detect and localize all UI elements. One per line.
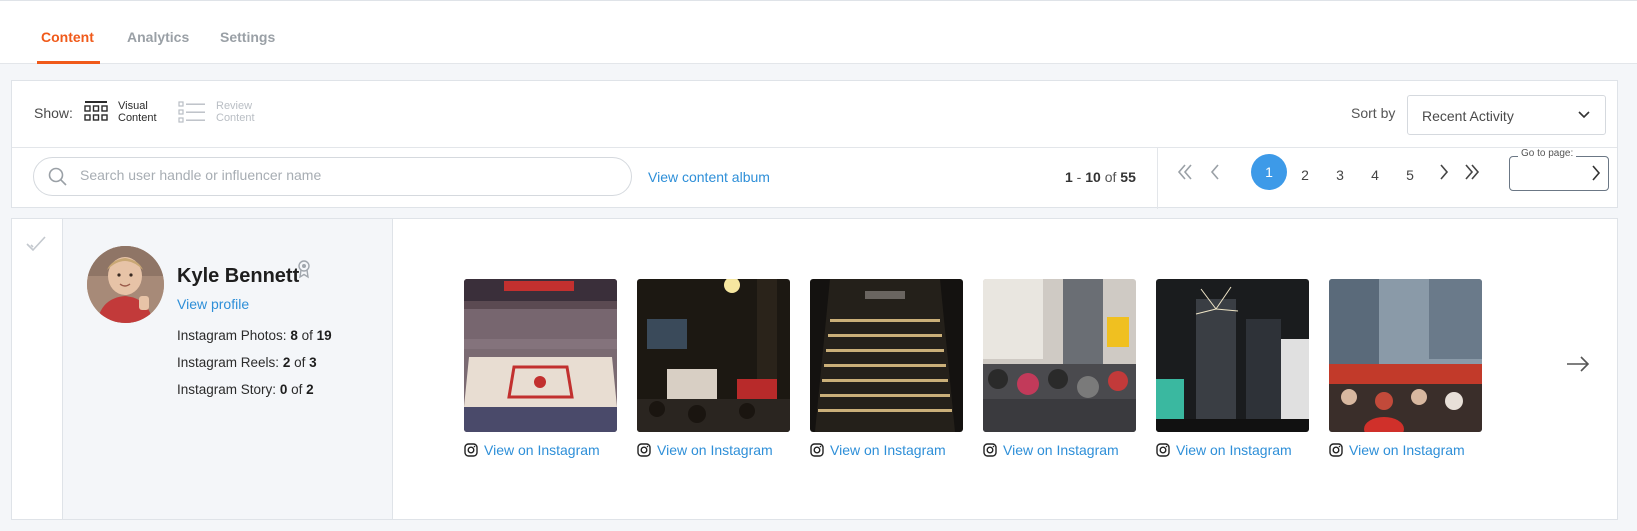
view-profile-link[interactable]: View profile	[177, 296, 249, 312]
view-on-instagram-label: View on Instagram	[1349, 442, 1465, 458]
previous-page-icon[interactable]	[1208, 163, 1222, 181]
view-on-instagram-label: View on Instagram	[484, 442, 600, 458]
stat-instagram-story: Instagram Story: 0 of 2	[177, 382, 314, 397]
search-input[interactable]	[80, 167, 600, 183]
first-page-icon[interactable]	[1176, 163, 1194, 181]
view-on-instagram-link[interactable]: View on Instagram	[983, 442, 1136, 458]
post-thumbnail[interactable]	[637, 279, 790, 432]
review-label-line2: Content	[216, 112, 255, 124]
go-to-page-input[interactable]	[1516, 165, 1582, 180]
panel-divider	[12, 147, 1617, 148]
sort-select[interactable]: Recent Activity	[1407, 95, 1606, 135]
view-on-instagram-label: View on Instagram	[1003, 442, 1119, 458]
stat-instagram-photos: Instagram Photos: 8 of 19	[177, 328, 332, 343]
award-badge-icon	[298, 260, 310, 279]
post-item: View on Instagram	[1329, 279, 1482, 458]
view-on-instagram-link[interactable]: View on Instagram	[1156, 442, 1309, 458]
list-icon	[178, 101, 205, 123]
influencer-card: Kyle Bennett View profile Instagram Phot…	[11, 218, 1618, 520]
toolbar-panel: Show: Visual Content Review Content Sort b…	[11, 80, 1618, 209]
page-1-button[interactable]: 1	[1251, 154, 1287, 190]
instagram-icon	[810, 443, 824, 457]
instagram-icon	[464, 443, 478, 457]
view-visual-content-toggle[interactable]: Visual Content	[84, 100, 157, 124]
visual-label-line1: Visual	[118, 100, 148, 112]
range-start: 1	[1065, 169, 1073, 185]
active-tab-indicator	[37, 61, 100, 64]
post-thumbnail[interactable]	[983, 279, 1136, 432]
view-review-content-toggle[interactable]: Review Content	[178, 100, 255, 124]
range-total: 55	[1120, 169, 1136, 185]
influencer-name: Kyle Bennett	[177, 265, 300, 287]
post-thumbnail[interactable]	[810, 279, 963, 432]
view-on-instagram-link[interactable]: View on Instagram	[464, 442, 617, 458]
tab-settings[interactable]: Settings	[220, 29, 275, 45]
view-content-album-link[interactable]: View content album	[648, 169, 770, 185]
review-label-line1: Review	[216, 100, 253, 112]
tab-bar: Content Analytics Settings	[0, 0, 1637, 64]
stat-instagram-reels: Instagram Reels: 2 of 3	[177, 355, 317, 370]
view-on-instagram-label: View on Instagram	[657, 442, 773, 458]
visual-label-line2: Content	[118, 112, 157, 124]
select-column	[12, 219, 63, 519]
last-page-icon[interactable]	[1463, 163, 1481, 181]
instagram-icon	[1329, 443, 1343, 457]
tab-content[interactable]: Content	[41, 29, 94, 45]
page-3-button[interactable]: 3	[1330, 167, 1350, 183]
search-box	[33, 157, 632, 196]
stat-label: Instagram Story:	[177, 382, 277, 397]
post-item: View on Instagram	[810, 279, 963, 458]
stat-of: of	[291, 382, 303, 397]
instagram-icon	[1156, 443, 1170, 457]
post-thumbnail[interactable]	[1156, 279, 1309, 432]
post-item: View on Instagram	[637, 279, 790, 458]
avatar	[87, 246, 164, 323]
show-label: Show:	[34, 105, 73, 121]
stat-count: 0	[279, 382, 288, 397]
post-thumbnail[interactable]	[1329, 279, 1482, 432]
chevron-down-icon	[1578, 111, 1590, 119]
page-4-button[interactable]: 4	[1365, 167, 1385, 183]
next-page-icon[interactable]	[1437, 163, 1451, 181]
instagram-icon	[983, 443, 997, 457]
stat-label: Instagram Photos:	[177, 328, 287, 343]
post-item: View on Instagram	[464, 279, 617, 458]
stat-total: 19	[316, 328, 332, 343]
sort-label: Sort by	[1351, 105, 1396, 121]
sort-value: Recent Activity	[1422, 108, 1514, 124]
arrow-right-icon[interactable]	[1566, 356, 1590, 372]
view-on-instagram-link[interactable]: View on Instagram	[1329, 442, 1482, 458]
results-range: 1 - 10 of 55	[1065, 169, 1136, 185]
page-2-button[interactable]: 2	[1295, 167, 1315, 183]
stat-total: 2	[306, 382, 314, 397]
instagram-icon	[637, 443, 651, 457]
influencer-profile: Kyle Bennett View profile Instagram Phot…	[63, 219, 393, 519]
go-to-page-field: Go to page:	[1509, 148, 1609, 191]
checkmark-icon[interactable]	[25, 235, 47, 253]
stat-count: 8	[290, 328, 298, 343]
view-on-instagram-label: View on Instagram	[1176, 442, 1292, 458]
stat-label: Instagram Reels:	[177, 355, 280, 370]
view-on-instagram-link[interactable]: View on Instagram	[637, 442, 790, 458]
view-on-instagram-label: View on Instagram	[830, 442, 946, 458]
stat-of: of	[294, 355, 306, 370]
stat-of: of	[301, 328, 313, 343]
stat-total: 3	[309, 355, 317, 370]
go-arrow-icon[interactable]	[1590, 164, 1602, 182]
post-item: View on Instagram	[1156, 279, 1309, 458]
page-5-button[interactable]: 5	[1400, 167, 1420, 183]
search-icon	[48, 167, 67, 186]
post-thumbnail[interactable]	[464, 279, 617, 432]
range-of: of	[1104, 169, 1117, 185]
view-on-instagram-link[interactable]: View on Instagram	[810, 442, 963, 458]
grid-icon	[84, 101, 108, 121]
post-item: View on Instagram	[983, 279, 1136, 458]
tab-analytics[interactable]: Analytics	[127, 29, 189, 45]
range-end: 10	[1085, 169, 1101, 185]
stat-count: 2	[282, 355, 291, 370]
go-to-page-label: Go to page:	[1518, 148, 1577, 159]
pagination-divider	[1157, 148, 1158, 209]
